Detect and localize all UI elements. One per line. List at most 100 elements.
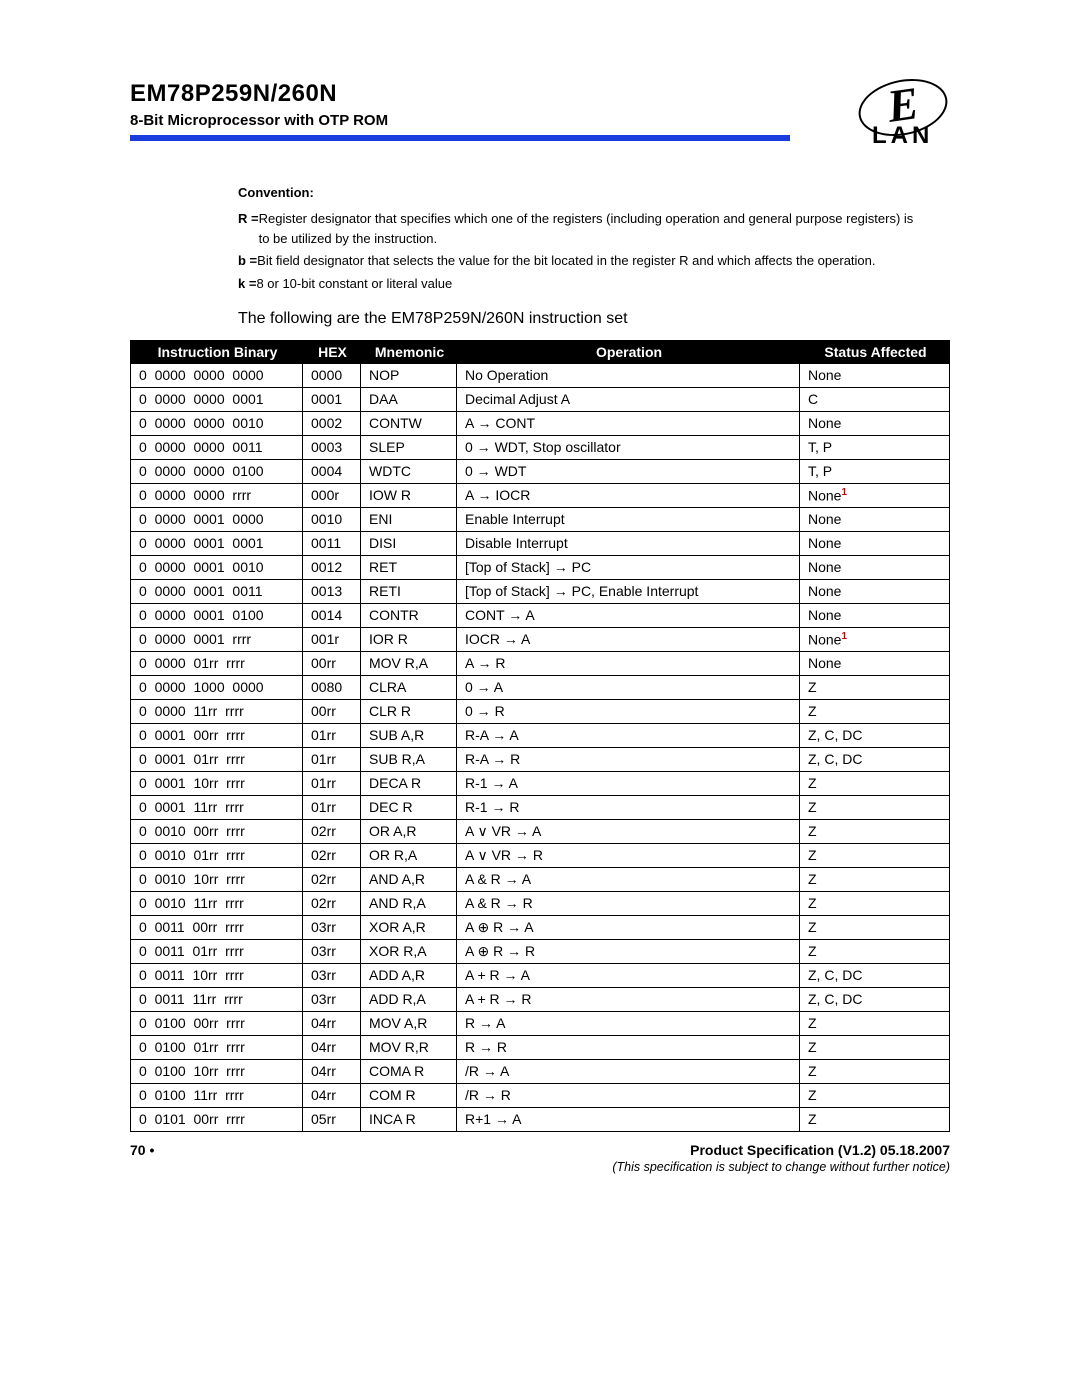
cell-operation: 0 → WDT — [457, 459, 800, 483]
cell-binary: 0 0100 11rr rrrr — [131, 1083, 303, 1107]
cell-operation: No Operation — [457, 363, 800, 387]
cell-status: Z — [800, 1011, 950, 1035]
cell-binary: 0 0001 00rr rrrr — [131, 723, 303, 747]
spec-version: Product Specification (V1.2) 05.18.2007 — [612, 1142, 950, 1158]
cell-hex: 01rr — [303, 795, 361, 819]
cell-operation: /R → R — [457, 1083, 800, 1107]
table-row: 0 0001 00rr rrrr01rrSUB A,RR-A → AZ, C, … — [131, 723, 950, 747]
cell-mnemonic: NOP — [361, 363, 457, 387]
cell-mnemonic: SLEP — [361, 435, 457, 459]
cell-mnemonic: MOV R,A — [361, 651, 457, 675]
cell-mnemonic: DISI — [361, 531, 457, 555]
cell-hex: 00rr — [303, 651, 361, 675]
cell-operation: R-1 → R — [457, 795, 800, 819]
conv-b-lead-bold: b = — [238, 253, 257, 268]
conv-r-lead-bold: R = — [238, 211, 259, 226]
table-row: 0 0000 0001 rrrr001rIOR RIOCR → ANone1 — [131, 627, 950, 651]
cell-hex: 02rr — [303, 843, 361, 867]
footnote-1-icon: 1 — [841, 487, 847, 498]
cell-status: Z — [800, 867, 950, 891]
convention-block: Convention: R = Register designator that… — [238, 183, 918, 294]
cell-hex: 01rr — [303, 723, 361, 747]
cell-binary: 0 0011 01rr rrrr — [131, 939, 303, 963]
conv-k-lead: k = — [238, 274, 256, 294]
cell-binary: 0 0011 11rr rrrr — [131, 987, 303, 1011]
cell-status: Z — [800, 699, 950, 723]
conv-k-lead-bold: k = — [238, 276, 256, 291]
table-row: 0 0000 0001 00110013RETI[Top of Stack] →… — [131, 579, 950, 603]
cell-hex: 0004 — [303, 459, 361, 483]
cell-hex: 0011 — [303, 531, 361, 555]
th-mnemonic: Mnemonic — [361, 340, 457, 363]
table-row: 0 0011 01rr rrrr03rrXOR R,AA ⊕ R → RZ — [131, 939, 950, 963]
cell-binary: 0 0011 00rr rrrr — [131, 915, 303, 939]
cell-status: Z, C, DC — [800, 747, 950, 771]
footnote-1-icon: 1 — [841, 631, 847, 642]
cell-operation: 0 → WDT, Stop oscillator — [457, 435, 800, 459]
th-status: Status Affected — [800, 340, 950, 363]
cell-status: None — [800, 651, 950, 675]
cell-operation: CONT → A — [457, 603, 800, 627]
table-row: 0 0100 11rr rrrr04rrCOM R/R → RZ — [131, 1083, 950, 1107]
cell-hex: 02rr — [303, 891, 361, 915]
table-row: 0 0000 0000 00010001DAADecimal Adjust AC — [131, 387, 950, 411]
cell-hex: 03rr — [303, 987, 361, 1011]
conv-k-text: 8 or 10-bit constant or literal value — [256, 274, 452, 294]
cell-binary: 0 0000 0001 0000 — [131, 507, 303, 531]
cell-binary: 0 0000 11rr rrrr — [131, 699, 303, 723]
cell-operation: A + R → A — [457, 963, 800, 987]
table-row: 0 0001 10rr rrrr01rrDECA RR-1 → AZ — [131, 771, 950, 795]
doc-subtitle: 8-Bit Microprocessor with OTP ROM — [130, 112, 950, 129]
cell-binary: 0 0000 0001 0001 — [131, 531, 303, 555]
cell-hex: 0014 — [303, 603, 361, 627]
cell-operation: R+1 → A — [457, 1107, 800, 1131]
conv-k-row: k = 8 or 10-bit constant or literal valu… — [238, 274, 918, 294]
table-row: 0 0100 10rr rrrr04rrCOMA R/R → AZ — [131, 1059, 950, 1083]
table-row: 0 0000 0000 00100002CONTWA → CONTNone — [131, 411, 950, 435]
cell-mnemonic: ENI — [361, 507, 457, 531]
cell-mnemonic: COMA R — [361, 1059, 457, 1083]
cell-binary: 0 0000 0000 0011 — [131, 435, 303, 459]
cell-hex: 0001 — [303, 387, 361, 411]
cell-operation: A → R — [457, 651, 800, 675]
cell-status: T, P — [800, 435, 950, 459]
cell-operation: [Top of Stack] → PC — [457, 555, 800, 579]
cell-mnemonic: ADD A,R — [361, 963, 457, 987]
table-row: 0 0000 0000 rrrr000rIOW RA → IOCRNone1 — [131, 483, 950, 507]
table-row: 0 0011 00rr rrrr03rrXOR A,RA ⊕ R → AZ — [131, 915, 950, 939]
cell-binary: 0 0000 0001 0011 — [131, 579, 303, 603]
cell-mnemonic: CONTW — [361, 411, 457, 435]
cell-status: Z — [800, 771, 950, 795]
cell-operation: A ∨ VR → A — [457, 819, 800, 843]
conv-r-text: Register designator that specifies which… — [259, 209, 918, 249]
cell-binary: 0 0001 10rr rrrr — [131, 771, 303, 795]
table-row: 0 0010 11rr rrrr02rrAND R,AA & R → RZ — [131, 891, 950, 915]
header-rule — [130, 135, 790, 141]
cell-hex: 001r — [303, 627, 361, 651]
cell-binary: 0 0010 00rr rrrr — [131, 819, 303, 843]
cell-mnemonic: SUB A,R — [361, 723, 457, 747]
cell-binary: 0 0011 10rr rrrr — [131, 963, 303, 987]
cell-status: Z — [800, 1083, 950, 1107]
cell-mnemonic: DAA — [361, 387, 457, 411]
cell-mnemonic: OR R,A — [361, 843, 457, 867]
page-number: 70 • — [130, 1142, 154, 1158]
table-row: 0 0011 11rr rrrr03rrADD R,AA + R → RZ, C… — [131, 987, 950, 1011]
cell-mnemonic: ADD R,A — [361, 987, 457, 1011]
table-row: 0 0000 01rr rrrr00rrMOV R,AA → RNone — [131, 651, 950, 675]
elan-logo: E LAN — [848, 76, 958, 154]
cell-mnemonic: IOR R — [361, 627, 457, 651]
cell-binary: 0 0000 0000 0001 — [131, 387, 303, 411]
cell-operation: A → IOCR — [457, 483, 800, 507]
cell-mnemonic: IOW R — [361, 483, 457, 507]
table-body: 0 0000 0000 00000000NOPNo OperationNone0… — [131, 363, 950, 1131]
cell-mnemonic: CLR R — [361, 699, 457, 723]
table-leadin: The following are the EM78P259N/260N ins… — [238, 310, 950, 328]
cell-operation: A & R → R — [457, 891, 800, 915]
cell-mnemonic: MOV A,R — [361, 1011, 457, 1035]
spec-note: (This specification is subject to change… — [612, 1160, 950, 1174]
cell-status: Z — [800, 843, 950, 867]
cell-hex: 0002 — [303, 411, 361, 435]
logo-lan: LAN — [872, 122, 933, 150]
cell-hex: 0003 — [303, 435, 361, 459]
